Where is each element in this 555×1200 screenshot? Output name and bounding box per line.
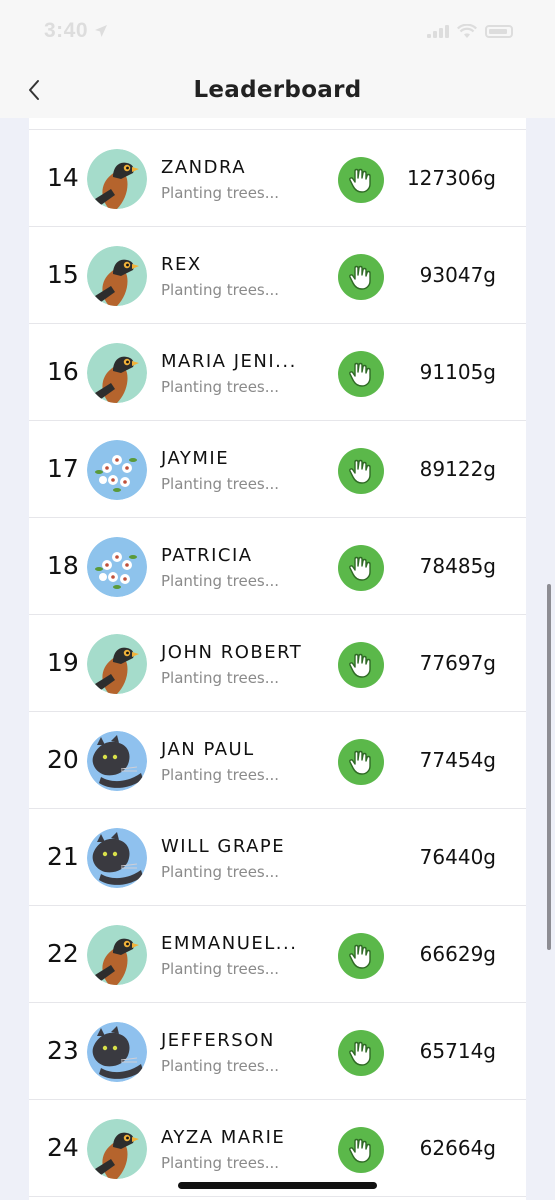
water-hand-icon[interactable] [338, 351, 384, 397]
leaderboard-row[interactable]: 21 WILL GRAPE Planting trees... 76440g [29, 809, 526, 906]
player-status: Planting trees... [161, 960, 280, 978]
score-value: 127306g [406, 166, 496, 190]
score-value: 78485g [419, 554, 496, 578]
player-status: Planting trees... [161, 863, 280, 881]
score-value: 91105g [419, 360, 496, 384]
score-value: 76440g [419, 845, 496, 869]
player-status: Planting trees... [161, 378, 280, 396]
bird-avatar-icon[interactable] [87, 925, 147, 985]
player-name: PATRICIA [161, 545, 253, 566]
leaderboard-row[interactable]: 16 MARIA JENI... Planting trees... 91105g [29, 324, 526, 421]
previous-row-edge [29, 118, 526, 130]
home-indicator[interactable] [178, 1182, 377, 1189]
water-hand-icon[interactable] [338, 739, 384, 785]
leaderboard-row[interactable]: 19 JOHN ROBERT Planting trees... 77697g [29, 615, 526, 712]
water-hand-icon[interactable] [338, 545, 384, 591]
player-status: Planting trees... [161, 184, 280, 202]
player-name: EMMANUEL... [161, 933, 298, 954]
water-hand-icon[interactable] [338, 157, 384, 203]
leaderboard-list[interactable]: 14 ZANDRA Planting trees... 127306g 15 REX Pla… [29, 118, 526, 1200]
status-time-text: 3:40 [44, 19, 89, 42]
player-status: Planting trees... [161, 766, 280, 784]
player-status: Planting trees... [161, 475, 280, 493]
player-name: JAN PAUL [161, 739, 255, 760]
player-name: JAYMIE [161, 448, 230, 469]
score-value: 93047g [419, 263, 496, 287]
player-status: Planting trees... [161, 281, 280, 299]
flower-avatar-icon[interactable] [87, 440, 147, 500]
bird-avatar-icon[interactable] [87, 343, 147, 403]
score-value: 66629g [419, 942, 496, 966]
water-hand-icon[interactable] [338, 1030, 384, 1076]
score-value: 62664g [419, 1136, 496, 1160]
player-name: MARIA JENI... [161, 351, 297, 372]
player-status: Planting trees... [161, 572, 280, 590]
leaderboard-row[interactable]: 22 EMMANUEL... Planting trees... 66629g [29, 906, 526, 1003]
status-bar: 3:40 [0, 0, 555, 62]
leaderboard-row[interactable]: 20 JAN PAUL Planting trees... 77454g [29, 712, 526, 809]
leaderboard-row[interactable]: 14 ZANDRA Planting trees... 127306g [29, 130, 526, 227]
leaderboard-row[interactable]: 17 JAYMIE Planting trees... 89122g [29, 421, 526, 518]
wifi-icon [457, 23, 477, 38]
water-hand-icon[interactable] [338, 642, 384, 688]
water-hand-icon[interactable] [338, 1127, 384, 1173]
panther-avatar-icon[interactable] [87, 731, 147, 791]
panther-avatar-icon[interactable] [87, 828, 147, 888]
score-value: 89122g [419, 457, 496, 481]
water-hand-icon[interactable] [338, 254, 384, 300]
player-name: JOHN ROBERT [161, 642, 303, 663]
bird-avatar-icon[interactable] [87, 149, 147, 209]
player-name: WILL GRAPE [161, 836, 286, 857]
leaderboard-row[interactable]: 15 REX Planting trees... 93047g [29, 227, 526, 324]
player-status: Planting trees... [161, 1154, 280, 1172]
scrollbar[interactable] [547, 584, 551, 950]
water-hand-icon[interactable] [338, 448, 384, 494]
player-name: ZANDRA [161, 157, 247, 178]
leaderboard-row[interactable]: 23 JEFFERSON Planting trees... 65714g [29, 1003, 526, 1100]
player-status: Planting trees... [161, 669, 280, 687]
panther-avatar-icon[interactable] [87, 1022, 147, 1082]
score-value: 77454g [419, 748, 496, 772]
leaderboard-row[interactable]: 18 PATRICIA Planting trees... 78485g [29, 518, 526, 615]
bird-avatar-icon[interactable] [87, 634, 147, 694]
back-button[interactable] [16, 72, 52, 108]
battery-icon [485, 24, 513, 38]
water-hand-icon[interactable] [338, 933, 384, 979]
chevron-left-icon [29, 80, 39, 100]
nav-bar: Leaderboard [0, 62, 555, 118]
score-value: 65714g [419, 1039, 496, 1063]
bird-avatar-icon[interactable] [87, 1119, 147, 1179]
status-time: 3:40 [44, 19, 108, 43]
page-title: Leaderboard [193, 77, 362, 103]
flower-avatar-icon[interactable] [87, 537, 147, 597]
player-name: REX [161, 254, 202, 275]
cellular-signal-icon [427, 24, 449, 38]
score-value: 77697g [419, 651, 496, 675]
player-name: AYZA MARIE [161, 1127, 286, 1148]
bird-avatar-icon[interactable] [87, 246, 147, 306]
player-name: JEFFERSON [161, 1030, 275, 1051]
player-status: Planting trees... [161, 1057, 280, 1075]
location-arrow-icon [95, 25, 108, 37]
